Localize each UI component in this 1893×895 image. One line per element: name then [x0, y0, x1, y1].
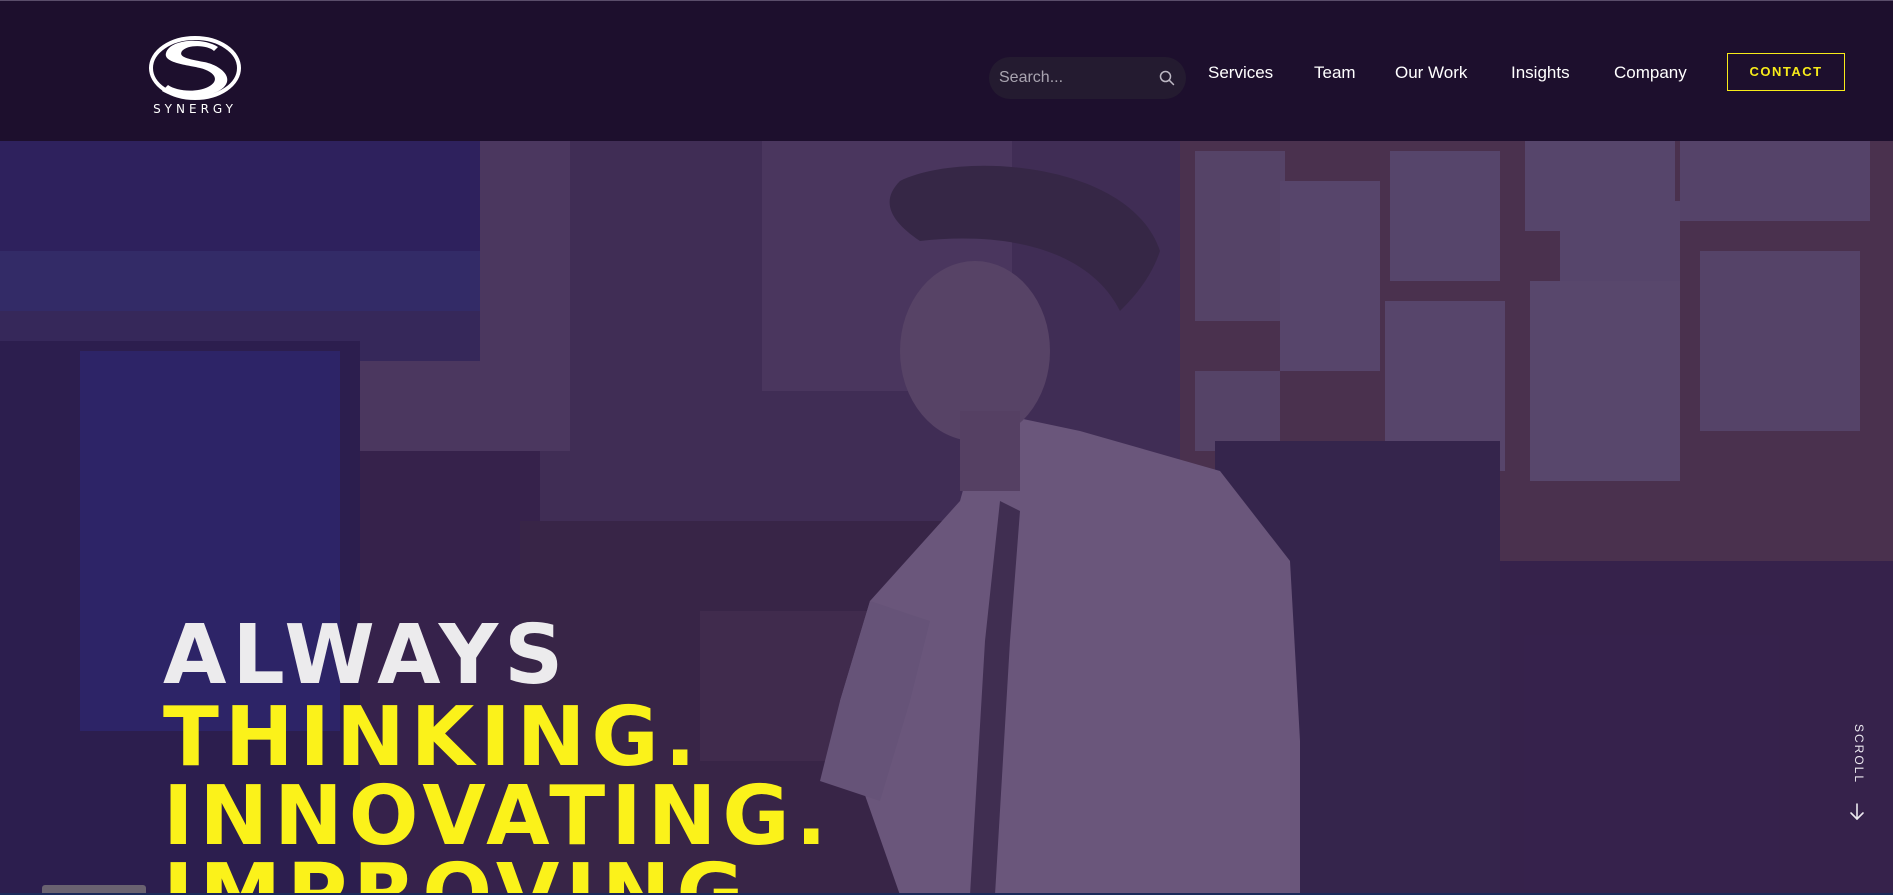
synergy-logo-icon — [149, 36, 241, 100]
nav-our-work[interactable]: Our Work — [1395, 61, 1467, 85]
headline-line-1: ALWAYS — [163, 608, 570, 703]
search-input[interactable] — [999, 57, 1149, 99]
contact-button[interactable]: CONTACT — [1727, 53, 1845, 91]
hero-section: ALWAYS THINKING. INNOVATING. IMPROVING. … — [0, 141, 1893, 895]
nav-services[interactable]: Services — [1208, 61, 1273, 85]
brand-name: SYNERGY — [153, 102, 237, 116]
site-header: SYNERGY Services Team Our Work Insights … — [0, 1, 1893, 141]
scroll-label[interactable]: SCROLL — [1846, 724, 1866, 788]
arrow-down-icon[interactable] — [1849, 803, 1865, 821]
nav-team[interactable]: Team — [1314, 61, 1356, 85]
headline-line-4: IMPROVING. — [163, 847, 787, 895]
headline-line-2: THINKING. — [163, 690, 702, 785]
headline-line-3: INNOVATING. — [163, 769, 833, 864]
search-box[interactable] — [989, 57, 1186, 99]
logo[interactable]: SYNERGY — [148, 35, 242, 119]
nav-company[interactable]: Company — [1614, 61, 1687, 85]
search-icon[interactable] — [1159, 70, 1175, 86]
nav-insights[interactable]: Insights — [1511, 61, 1570, 85]
